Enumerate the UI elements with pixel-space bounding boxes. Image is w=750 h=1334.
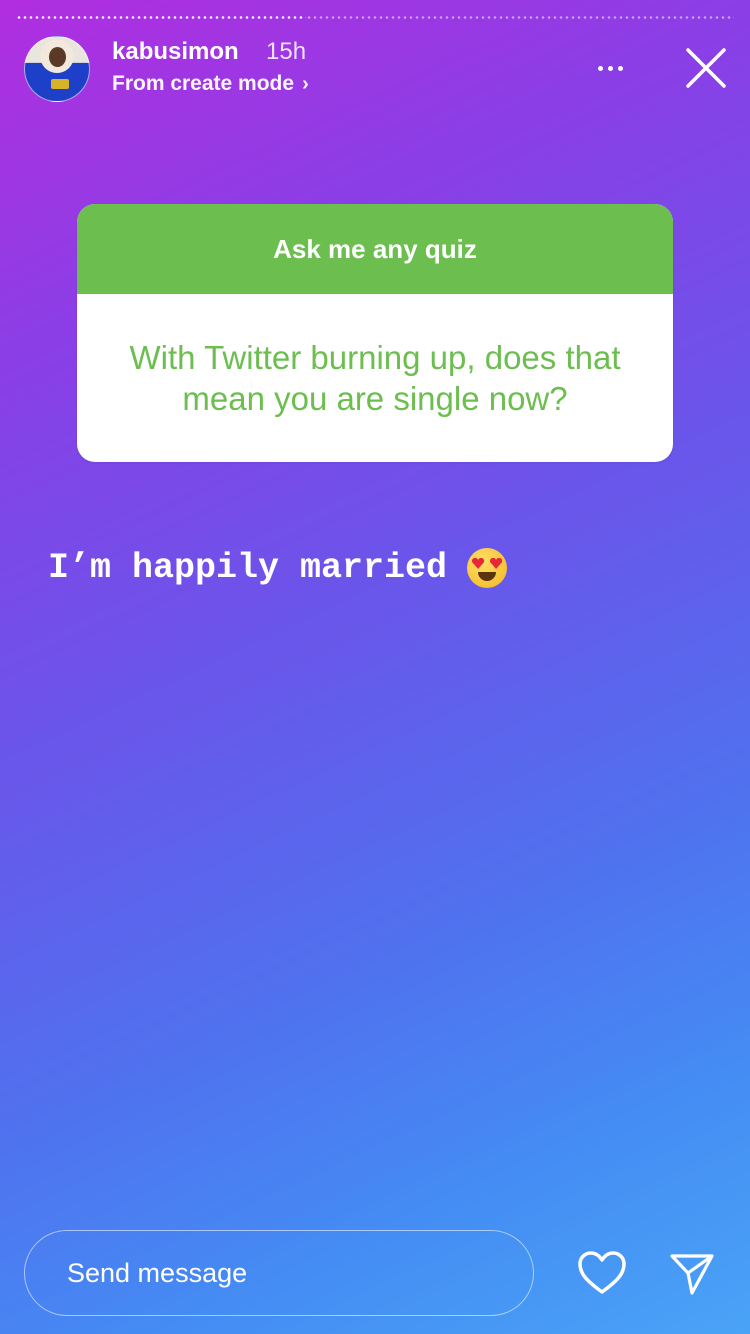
question-sticker-header: Ask me any quiz <box>77 204 673 294</box>
question-sticker: Ask me any quiz With Twitter burning up,… <box>77 204 673 462</box>
question-sticker-text: With Twitter burning up, does that mean … <box>129 339 621 417</box>
heart-eyes-emoji-icon <box>467 548 508 588</box>
send-paper-plane-icon[interactable] <box>669 1251 715 1297</box>
story-progress-bar <box>16 16 734 19</box>
timestamp: 15h <box>266 38 307 65</box>
create-mode-link[interactable]: From create mode › <box>112 72 309 96</box>
story-answer: I’m happily married <box>48 548 508 588</box>
story-footer <box>24 1230 730 1318</box>
chevron-right-icon: › <box>302 72 309 95</box>
create-mode-label: From create mode <box>112 72 295 95</box>
more-options-button[interactable] <box>590 54 630 82</box>
send-message-input[interactable] <box>24 1230 534 1316</box>
story-header: kabusimon 15h From create mode › <box>24 36 730 102</box>
answer-text: I’m happily married <box>48 548 448 588</box>
progress-remaining <box>306 16 734 19</box>
heart-icon[interactable] <box>577 1250 627 1296</box>
username[interactable]: kabusimon <box>112 38 239 66</box>
progress-viewed <box>16 16 306 19</box>
close-icon[interactable] <box>682 44 730 92</box>
more-horizontal-icon <box>597 65 603 71</box>
avatar[interactable] <box>24 36 90 102</box>
